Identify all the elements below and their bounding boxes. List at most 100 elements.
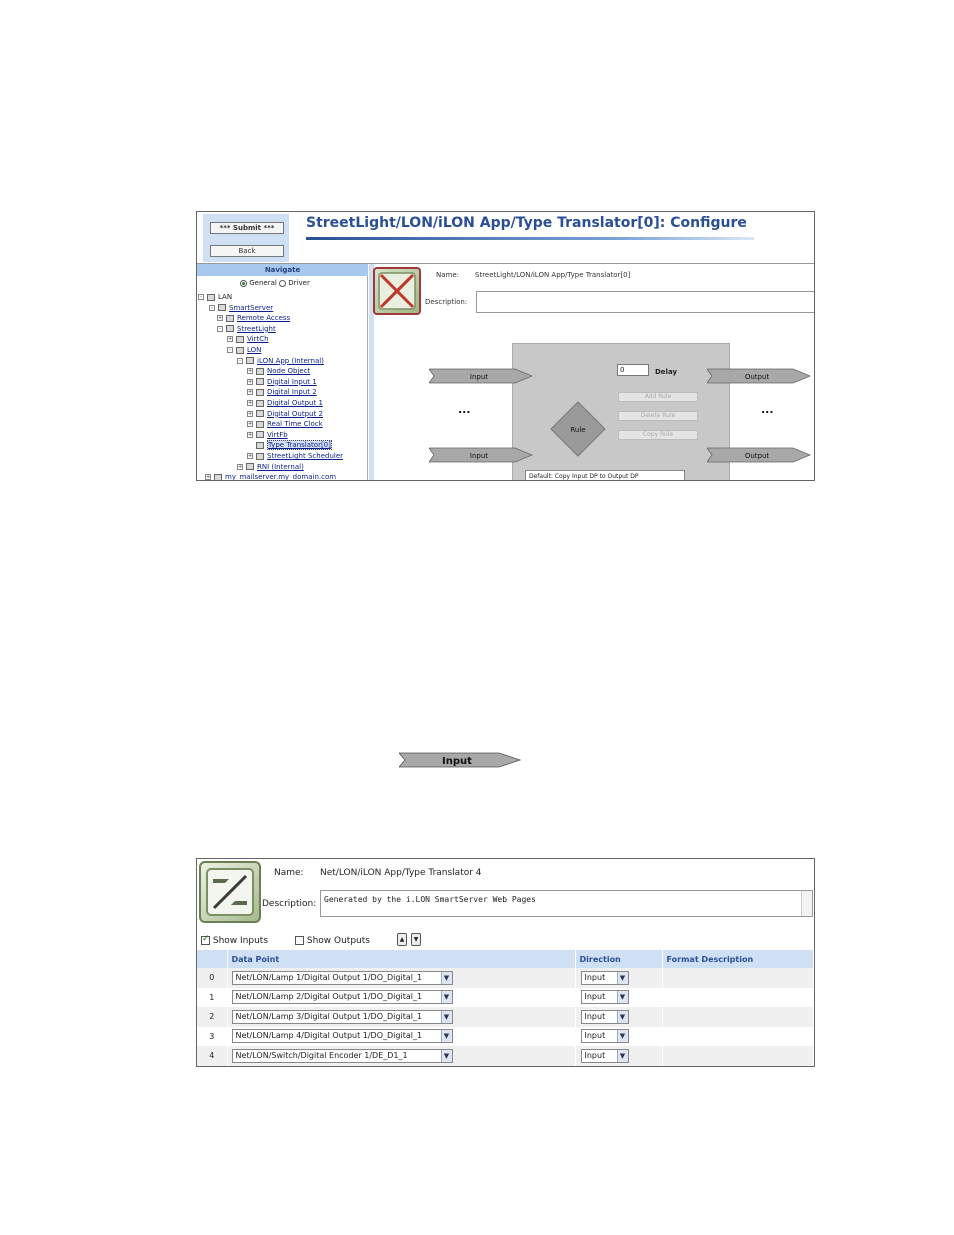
rule-select[interactable]: Default: Copy Input DP to Output DP (525, 470, 685, 480)
tree-item[interactable]: + Remote Access (217, 314, 290, 323)
chevron-down-icon[interactable]: ▼ (440, 1010, 452, 1023)
add-rule-button[interactable]: Add Rule (618, 392, 698, 402)
expand-icon[interactable]: + (247, 368, 253, 375)
direction-select[interactable]: Input ▼ (580, 970, 629, 985)
tree-item[interactable]: + my_mailserver.my_domain.com (205, 473, 336, 480)
tree-item[interactable]: + Digital Output 2 (247, 410, 323, 419)
chevron-down-icon[interactable]: ▼ (616, 991, 628, 1004)
back-button[interactable]: Back (210, 245, 284, 257)
tree-item[interactable]: + StreetLight Scheduler (247, 452, 343, 461)
tree-item[interactable]: Type Translator[0] (256, 440, 332, 451)
tree-item-label[interactable]: LON (247, 346, 261, 354)
tree-item-label[interactable]: Node Object (267, 367, 310, 375)
tree-item[interactable]: - LAN (198, 293, 232, 302)
expand-icon[interactable]: + (247, 378, 253, 385)
data-point-select[interactable]: Net/LON/Lamp 4/Digital Output 1/DO_Digit… (231, 1029, 453, 1044)
tree-item[interactable]: + Digital Input 1 (247, 378, 317, 387)
general-radio[interactable] (240, 279, 247, 287)
chevron-down-icon[interactable]: ▼ (440, 971, 452, 984)
expand-icon[interactable]: + (247, 431, 253, 438)
tree-item[interactable]: - StreetLight (217, 325, 276, 334)
expand-icon[interactable]: + (237, 463, 243, 470)
data-point-select[interactable]: Net/LON/Lamp 3/Digital Output 1/DO_Digit… (231, 1009, 453, 1024)
tree-item-label[interactable]: VirtFb (267, 431, 288, 439)
tree-item-label[interactable]: iLON App (Internal) (257, 357, 324, 365)
tree-item-label[interactable]: Digital Input 2 (267, 388, 317, 396)
tree-item[interactable]: + Real Time Clock (247, 420, 323, 429)
direction-header[interactable]: Direction (575, 950, 663, 968)
show-outputs-checkbox[interactable] (295, 936, 304, 945)
tree-item[interactable]: + RNI (Internal) (237, 463, 304, 472)
tree-item-label[interactable]: SmartServer (229, 304, 273, 312)
data-point-select[interactable]: Net/LON/Switch/Digital Encoder 1/DE_D1_1… (231, 1048, 453, 1063)
expand-icon[interactable]: + (217, 315, 223, 322)
expand-icon[interactable]: + (247, 400, 253, 406)
submit-button[interactable]: *** Submit *** (210, 222, 284, 234)
chevron-down-icon[interactable]: ▼ (616, 1010, 628, 1023)
tree-item[interactable]: - iLON App (Internal) (237, 357, 324, 366)
chevron-down-icon[interactable]: ▼ (616, 1030, 628, 1043)
expand-icon[interactable]: + (247, 453, 253, 459)
data-point-header[interactable]: Data Point (227, 950, 576, 968)
show-inputs-toggle[interactable]: Show Inputs (201, 934, 268, 946)
chevron-down-icon[interactable]: ▼ (616, 971, 628, 984)
output-arrow-bottom[interactable]: Output (707, 446, 811, 464)
rule-diamond[interactable]: Rule (550, 401, 606, 457)
description-scrollbar[interactable] (801, 891, 812, 916)
copy-rule-button[interactable]: Copy Rule (618, 430, 698, 440)
show-outputs-toggle[interactable]: Show Outputs (295, 936, 370, 946)
description-field[interactable]: Generated by the i.LON SmartServer Web P… (320, 890, 813, 917)
tree-item-label[interactable]: VirtCh (247, 335, 269, 343)
tree-item-label[interactable]: Digital Input 1 (267, 378, 317, 386)
format-description-header[interactable]: Format Description (662, 950, 814, 968)
tree-item-label[interactable]: Remote Access (237, 314, 290, 322)
move-up-button[interactable]: ▲ (397, 933, 407, 946)
collapse-icon[interactable]: - (227, 347, 233, 353)
show-inputs-checkbox[interactable] (201, 934, 210, 945)
tree-item-label[interactable]: StreetLight Scheduler (267, 452, 343, 460)
direction-select[interactable]: Input ▼ (580, 1048, 629, 1063)
expand-icon[interactable]: + (247, 389, 253, 396)
chevron-down-icon[interactable]: ▼ (440, 1049, 452, 1062)
description-field[interactable] (476, 291, 814, 313)
chevron-down-icon[interactable]: ▼ (440, 991, 452, 1004)
chevron-down-icon[interactable]: ▼ (616, 1049, 628, 1062)
tree-item[interactable]: + Digital Output 1 (247, 399, 323, 408)
collapse-icon[interactable]: - (217, 325, 223, 332)
collapse-icon[interactable]: - (198, 294, 204, 300)
tree-item[interactable]: + VirtCh (227, 335, 269, 344)
tree-item-label[interactable]: my_mailserver.my_domain.com (225, 473, 336, 480)
tree-item[interactable]: + Node Object (247, 367, 310, 376)
tree-item[interactable]: + Digital Input 2 (247, 388, 317, 397)
tree-item-label[interactable]: Type Translator[0] (267, 440, 332, 451)
collapse-icon[interactable]: - (209, 304, 215, 311)
direction-select[interactable]: Input ▼ (580, 990, 629, 1005)
tree-item[interactable]: - LON (227, 346, 261, 355)
tree-item-label[interactable]: Real Time Clock (267, 420, 323, 428)
input-arrow-top[interactable]: Input (429, 367, 533, 385)
move-down-button[interactable]: ▼ (411, 933, 421, 946)
tree-item[interactable]: - SmartServer (209, 304, 273, 313)
delay-input[interactable]: 0 (617, 364, 649, 376)
data-point-select[interactable]: Net/LON/Lamp 1/Digital Output 1/DO_Digit… (231, 970, 453, 985)
data-point-select[interactable]: Net/LON/Lamp 2/Digital Output 1/DO_Digit… (231, 990, 453, 1005)
driver-radio[interactable] (279, 279, 287, 287)
tree-item-label[interactable]: Digital Output 2 (267, 410, 323, 418)
tree-item[interactable]: + VirtFb (247, 431, 288, 440)
chevron-down-icon[interactable]: ▼ (440, 1030, 452, 1043)
direction-select[interactable]: Input ▼ (580, 1009, 629, 1024)
expand-icon[interactable]: + (205, 474, 211, 480)
tree-item-label[interactable]: StreetLight (237, 325, 276, 333)
tree-item-label[interactable]: LAN (218, 293, 232, 301)
delete-rule-button[interactable]: Delete Rule (618, 411, 698, 421)
tree-node-icon (246, 357, 254, 365)
collapse-icon[interactable]: - (237, 357, 243, 364)
direction-select[interactable]: Input ▼ (580, 1029, 629, 1044)
tree-item-label[interactable]: Digital Output 1 (267, 399, 323, 407)
expand-icon[interactable]: + (227, 336, 233, 343)
tree-item-label[interactable]: RNI (Internal) (257, 463, 304, 471)
expand-icon[interactable]: + (247, 421, 253, 428)
output-arrow-top[interactable]: Output (707, 367, 811, 385)
input-arrow-bottom[interactable]: Input (429, 446, 533, 464)
expand-icon[interactable]: + (247, 410, 253, 417)
